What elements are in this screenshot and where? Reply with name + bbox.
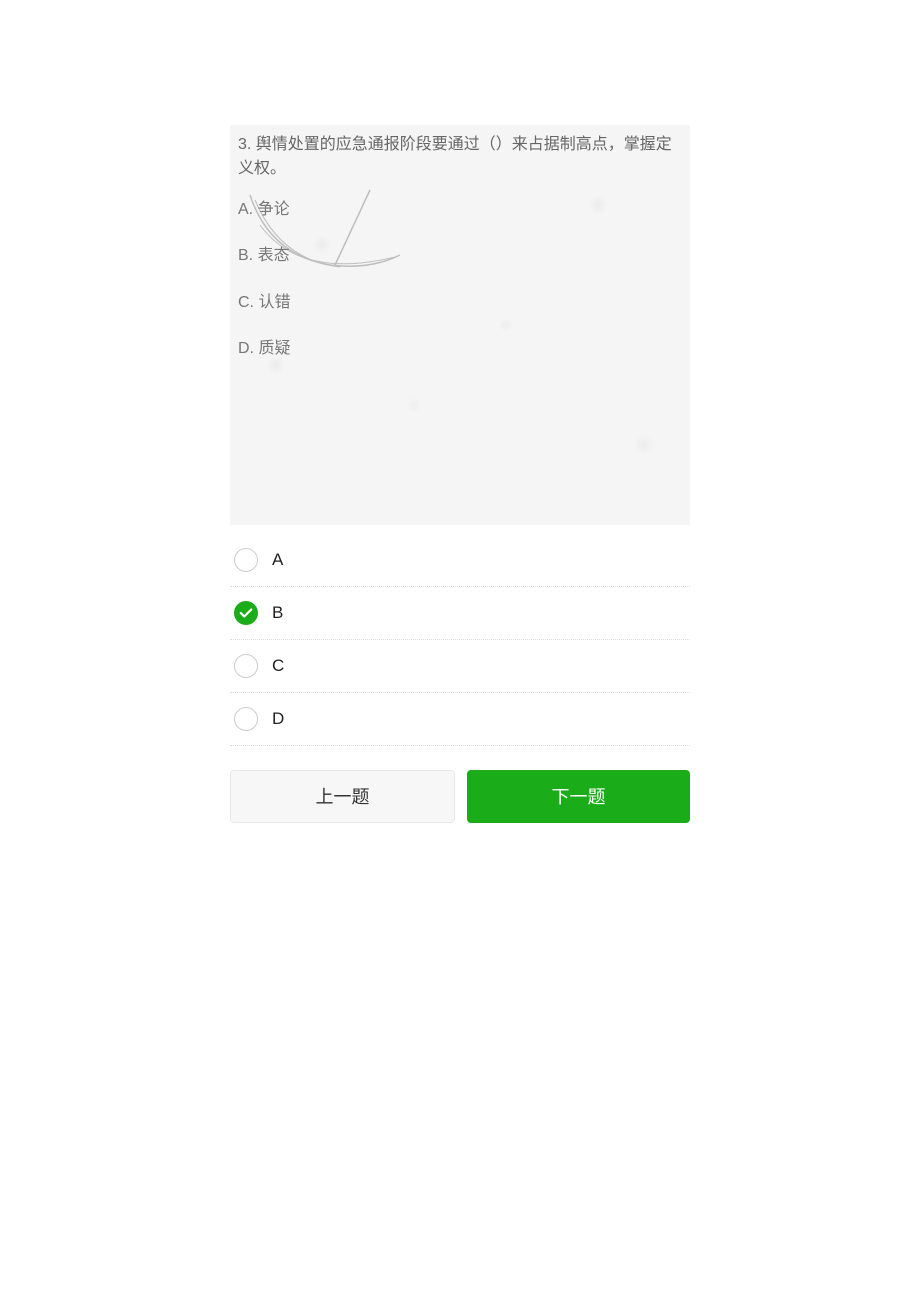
next-button[interactable]: 下一题: [467, 770, 690, 823]
answer-label: D: [272, 709, 284, 729]
radio-icon: [234, 654, 258, 678]
prev-button[interactable]: 上一题: [230, 770, 455, 823]
answer-label: A: [272, 550, 283, 570]
choice-b-text: B. 表态: [238, 245, 682, 267]
answer-list: A B C D: [230, 530, 690, 746]
question-text: 3. 舆情处置的应急通报阶段要通过（）来占据制高点，掌握定义权。: [238, 133, 682, 181]
answer-label: B: [272, 603, 283, 623]
quiz-container: 3. 舆情处置的应急通报阶段要通过（）来占据制高点，掌握定义权。 A. 争论 B…: [230, 0, 690, 823]
nav-buttons: 上一题 下一题: [230, 770, 690, 823]
choice-a-text: A. 争论: [238, 199, 682, 221]
choice-d-text: D. 质疑: [238, 338, 682, 360]
answer-option-a[interactable]: A: [230, 530, 690, 587]
answer-label: C: [272, 656, 284, 676]
choice-c-text: C. 认错: [238, 292, 682, 314]
answer-option-c[interactable]: C: [230, 640, 690, 693]
answer-option-b[interactable]: B: [230, 587, 690, 640]
radio-icon: [234, 548, 258, 572]
question-box: 3. 舆情处置的应急通报阶段要通过（）来占据制高点，掌握定义权。 A. 争论 B…: [230, 125, 690, 525]
answer-option-d[interactable]: D: [230, 693, 690, 746]
radio-icon-selected: [234, 601, 258, 625]
radio-icon: [234, 707, 258, 731]
